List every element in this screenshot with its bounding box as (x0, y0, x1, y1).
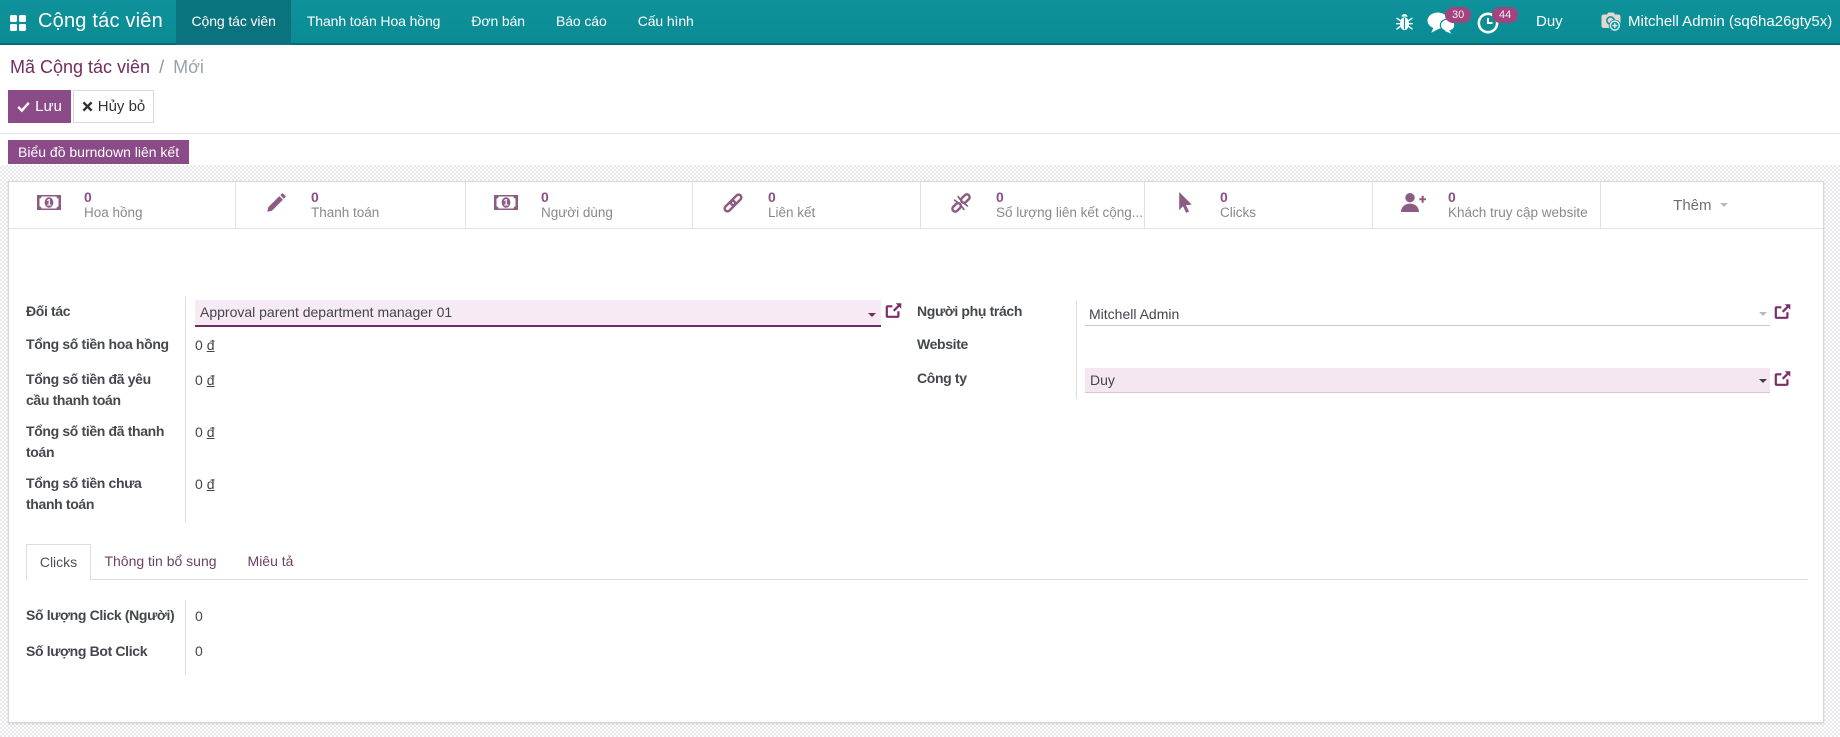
svg-text:1: 1 (46, 198, 51, 208)
svg-text:1: 1 (503, 198, 508, 208)
